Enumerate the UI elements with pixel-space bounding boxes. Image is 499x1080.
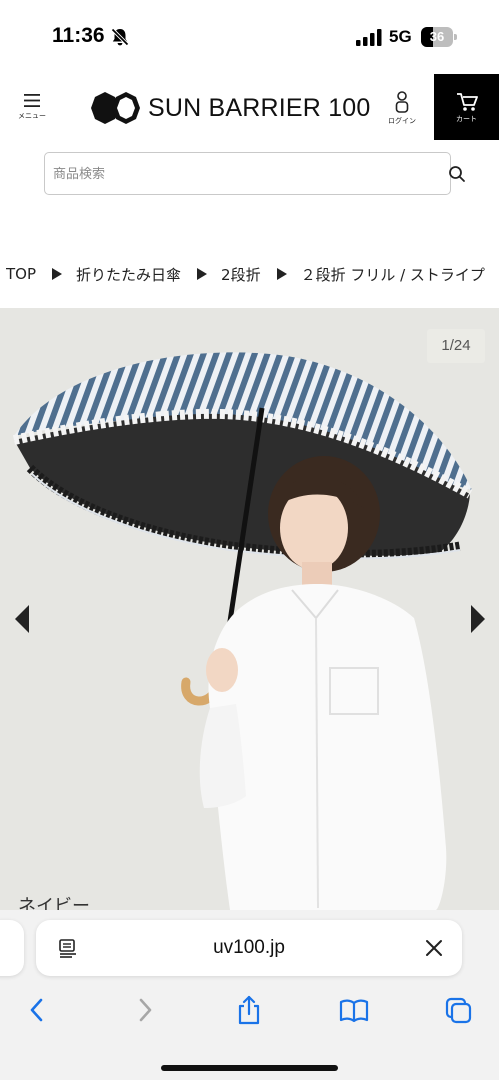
triangle-right-icon xyxy=(276,268,287,280)
login-label: ログイン xyxy=(388,117,416,125)
previous-tab-card[interactable] xyxy=(0,920,24,976)
browser-toolbar xyxy=(0,990,499,1030)
status-bar: 11:36 5G 36 xyxy=(0,0,499,72)
breadcrumb-current: ２段折 フリル / ストライプ xyxy=(300,265,485,284)
search-input[interactable] xyxy=(53,163,413,185)
triangle-left-icon xyxy=(15,605,29,633)
product-gallery[interactable]: 1/24 ネイビー xyxy=(0,308,499,910)
battery-icon: 36 xyxy=(421,27,457,47)
cart-icon xyxy=(456,93,478,111)
breadcrumb-folding-parasol[interactable]: 折りたたみ日傘 xyxy=(76,264,181,285)
product-photo xyxy=(0,308,499,910)
person-icon xyxy=(395,91,409,113)
search-icon[interactable] xyxy=(448,165,466,183)
triangle-right-icon xyxy=(52,268,63,280)
site-header: メニュー SUN BARRIER 100 ログイン カート xyxy=(0,74,499,140)
battery-level: 36 xyxy=(429,29,445,44)
cart-button[interactable]: カート xyxy=(434,74,499,140)
network-type: 5G xyxy=(389,27,412,46)
address-bar[interactable]: uv100.jp xyxy=(36,920,462,976)
forward-icon[interactable] xyxy=(130,994,160,1026)
breadcrumb: TOP 折りたたみ日傘 2段折 ２段折 フリル / ストライプ xyxy=(6,262,499,286)
triangle-right-icon xyxy=(471,605,485,633)
menu-label: メニュー xyxy=(18,112,46,120)
login-button[interactable]: ログイン xyxy=(381,88,423,136)
gallery-counter: 1/24 xyxy=(427,329,485,363)
browser-chrome: uv100.jp xyxy=(0,910,499,1080)
signal-bars-icon xyxy=(356,29,382,46)
logo-mark-icon xyxy=(91,92,140,124)
clear-icon[interactable] xyxy=(424,938,444,958)
logo-text: SUN BARRIER 100 xyxy=(148,93,371,122)
bookmarks-icon[interactable] xyxy=(339,994,369,1026)
status-time: 11:36 xyxy=(52,24,105,47)
hamburger-icon xyxy=(24,94,40,107)
tabs-icon[interactable] xyxy=(444,994,474,1026)
address-text[interactable]: uv100.jp xyxy=(96,920,402,976)
color-caption: ネイビー xyxy=(18,896,90,910)
breadcrumb-top[interactable]: TOP xyxy=(6,265,36,283)
breadcrumb-two-fold[interactable]: 2段折 xyxy=(221,264,261,285)
search-box[interactable] xyxy=(44,152,451,195)
gallery-next-button[interactable] xyxy=(466,605,490,635)
bell-slash-icon xyxy=(111,28,129,46)
reader-mode-icon[interactable] xyxy=(58,938,78,958)
cart-label: カート xyxy=(456,115,477,123)
triangle-right-icon xyxy=(197,268,208,280)
home-indicator[interactable] xyxy=(161,1065,338,1071)
share-icon[interactable] xyxy=(234,994,264,1026)
site-logo[interactable]: SUN BARRIER 100 xyxy=(88,90,371,126)
gallery-prev-button[interactable] xyxy=(10,605,34,635)
menu-button[interactable]: メニュー xyxy=(10,90,54,134)
back-icon[interactable] xyxy=(22,994,52,1026)
